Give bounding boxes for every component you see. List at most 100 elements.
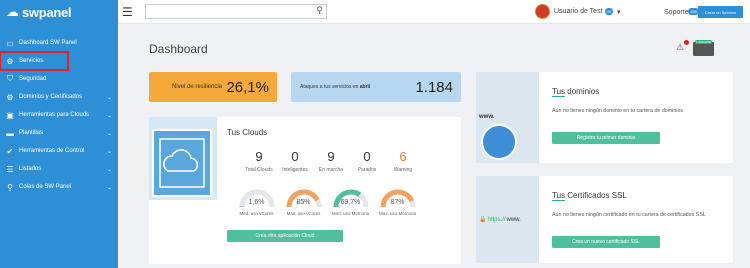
count-label: En marcha: [318, 167, 344, 173]
sidebar-item-label: Dominios y Certificados: [19, 94, 83, 100]
gauge-label: Med. uso vCores: [239, 211, 274, 216]
count-label: Warning: [393, 167, 413, 173]
count-label: Inteligentes: [282, 167, 308, 173]
gear-icon: ⚙: [6, 56, 14, 66]
chevron-down-icon: ⌄: [106, 166, 112, 173]
wallet-icon[interactable]: 1.000.000€: [693, 40, 714, 56]
register-domain-button[interactable]: Registra tu primer dominio: [552, 132, 660, 144]
sidebar-item-label: Seguridad: [19, 76, 47, 82]
create-cloud-button[interactable]: Crea otra aplicación Cloud: [227, 230, 343, 242]
create-service-button[interactable]: Crear un Servicio: [698, 6, 743, 18]
gauge-label: Max. uso Memoria: [378, 211, 416, 216]
chevron-down-icon: ⌄: [106, 130, 112, 137]
hamburger-menu-icon[interactable]: ☰: [122, 5, 133, 19]
resilience-label: Nivel de resiliencia: [172, 84, 223, 90]
certificados-text: Aún no tienes ningún certificado en tu c…: [552, 212, 706, 218]
check-circle-icon: ✔: [6, 146, 14, 156]
resilience-card: Nivel de resiliencia 26,1%: [149, 72, 277, 102]
sidebar-nav: ▭ Dashboard SW Panel ⚙ Servicios ⛉ Segur…: [0, 34, 118, 196]
count-parados: 0 Parados: [349, 149, 385, 173]
chevron-down-icon: ⌄: [106, 184, 112, 191]
sidebar-item-servicios[interactable]: ⚙ Servicios: [0, 51, 69, 71]
create-certificate-button[interactable]: Crea un nuevo certificado SSL: [552, 236, 660, 248]
attacks-card: Ataques a tus servicios en abril 1.184: [291, 72, 461, 102]
dashboard-icon: ▭: [6, 38, 14, 48]
clouds-title: Tus Clouds: [227, 128, 268, 137]
www-text: www.: [479, 114, 495, 120]
sidebar-item-label: Herramientas para Clouds: [19, 112, 90, 118]
gauge-label: Max. uso vCores: [286, 211, 321, 216]
search-input[interactable]: ⚲: [145, 4, 327, 19]
count-value: 9: [327, 149, 335, 164]
certificados-card: 🔒 https://www. Tus Certificados SSL Aún …: [476, 176, 733, 263]
gauge-label: Med. uso Memoria: [331, 211, 370, 216]
count-en-marcha: 9 En marcha: [313, 149, 349, 173]
header-actions: ⚠ 1.000.000€: [676, 40, 714, 56]
dominios-title-prefix: Tus: [552, 87, 566, 97]
resilience-value: 26,1%: [226, 78, 269, 96]
gauge-value: 69,7%: [340, 199, 361, 206]
sidebar-item-plantillas[interactable]: ▬ Plantillas ⌄: [0, 124, 118, 142]
sidebar-item-dashboard[interactable]: ▭ Dashboard SW Panel: [0, 34, 118, 52]
alerts-icon[interactable]: ⚠: [676, 40, 689, 54]
certificados-title: Tus Certificados SSL: [552, 191, 627, 201]
avatar[interactable]: [535, 4, 550, 19]
gears-icon: ⚙: [6, 92, 14, 102]
list-icon: ☰: [6, 164, 14, 174]
dominios-title: Tus dominios: [552, 87, 599, 97]
count-value: 6: [399, 149, 407, 164]
user-name: Usuario de Test: [554, 8, 603, 15]
wallet-badge: 1.000.000€: [695, 40, 713, 44]
chevron-down-icon: ⌄: [106, 112, 112, 119]
dominios-card: www. Tus dominios Aún no tienes ningún d…: [476, 72, 733, 163]
gauge-value: 87%: [390, 199, 405, 206]
search-icon[interactable]: ⚲: [316, 5, 323, 16]
shield-icon: ⛉: [7, 74, 13, 83]
folder-icon: ▬: [6, 128, 14, 138]
sidebar-item-listados[interactable]: ☰ Listados ⌄: [0, 160, 118, 178]
sidebar-item-herramientas-clouds[interactable]: ▣ Herramientas para Clouds ⌄: [0, 106, 118, 124]
count-warning: 6 Warning: [385, 149, 421, 173]
brand-name: swpanel: [22, 4, 72, 20]
globe-icon: [481, 124, 517, 160]
count-value: 9: [255, 149, 263, 164]
attacks-month: abril: [359, 84, 371, 90]
sidebar-item-label: Servicios: [19, 58, 44, 64]
sidebar-item-herramientas-control[interactable]: ✔ Herramientas de Control ⌄: [0, 142, 118, 160]
count-value: 0: [363, 149, 371, 164]
chevron-down-icon: ⌄: [106, 94, 112, 101]
toolbox-icon: ▣: [6, 110, 14, 120]
sidebar-item-dominios[interactable]: ⚙ Dominios y Certificados ⌄: [0, 88, 118, 106]
support-label: Soporte: [664, 9, 689, 16]
cloud-logo-icon: ☁: [6, 4, 19, 19]
https-url: 🔒 https://www.: [479, 216, 521, 224]
attacks-value: 1.184: [415, 78, 453, 96]
usage-gauges: 1,6% Med. uso vCores 85% Max. uso vCores 6…: [237, 187, 417, 216]
lock-icon: 🔒: [479, 217, 487, 223]
chevron-down-icon: ⌄: [106, 148, 112, 155]
sidebar-item-colas[interactable]: ⚲ Colas de SW Panel ⌄: [0, 178, 118, 196]
sidebar-item-label: Listados: [19, 166, 42, 172]
count-label: Parados: [357, 167, 377, 173]
count-total: 9 Total Clouds: [241, 149, 277, 173]
topbar: ☰ ⚲ Usuario de Test 46 ▾ Soporte 500 ▾ C…: [118, 0, 750, 24]
gauge-value: 1,6%: [248, 199, 265, 206]
attacks-label: Ataques a tus servicios en abril: [300, 84, 370, 90]
attacks-label-prefix: Ataques a tus servicios en: [300, 84, 359, 90]
count-inteligentes: 0 Inteligentes: [277, 149, 313, 173]
count-label: Total Clouds: [245, 167, 273, 173]
clouds-illustration: [149, 117, 217, 200]
dominios-text: Aún no tienes ningún dominio en tu carte…: [552, 108, 684, 114]
user-menu[interactable]: Usuario de Test 46 ▾: [535, 4, 620, 19]
brand-logo[interactable]: ☁ swpanel: [0, 0, 118, 24]
sidebar-item-seguridad[interactable]: ⛉ Seguridad: [0, 70, 118, 88]
alert-dot: [684, 40, 689, 45]
sidebar: ☁ swpanel ▭ Dashboard SW Panel ⚙ Servici…: [0, 0, 118, 268]
https-text: https://: [487, 216, 506, 223]
user-notification-badge: 46: [604, 8, 613, 15]
gauge-med-memoria: 69,7% Med. uso Memoria: [331, 187, 370, 216]
clouds-card: Tus Clouds 9 Total Clouds 0 Inteligentes 9…: [149, 117, 461, 264]
certificados-title-prefix: Tus: [552, 191, 566, 201]
sidebar-item-label: Herramientas de Control: [19, 148, 85, 154]
clouds-counts: 9 Total Clouds 0 Inteligentes 9 En marcha 0…: [241, 149, 421, 173]
